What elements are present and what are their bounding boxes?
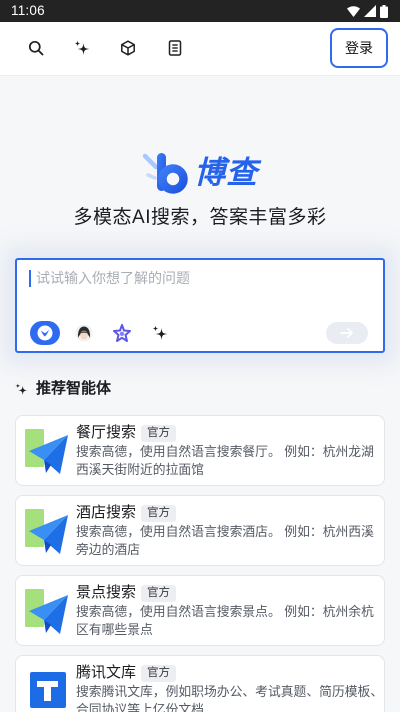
status-bar: 11:06 <box>0 0 400 22</box>
app-screen: 11:06 登录 博查 多模态AI搜索，答案丰富多彩 试试输入你想了解的问题 推… <box>0 0 400 712</box>
agent-title: 景点搜索 <box>76 584 137 601</box>
signal-icon <box>364 5 376 17</box>
paper-plane-icon <box>25 509 68 554</box>
text-caret <box>29 270 31 287</box>
section-title: 推荐智能体 <box>36 380 112 397</box>
agent-title: 餐厅搜索 <box>76 424 137 441</box>
agent-title-row: 景点搜索 官方 <box>76 584 177 602</box>
avatar-model-icon <box>75 324 93 342</box>
agent-description: 搜索腾讯文库，例如职场办公、考试真题、简历模板、合同协议等上亿份文档 <box>76 684 384 712</box>
official-badge: 官方 <box>141 424 177 442</box>
search-icon <box>28 40 44 56</box>
brand-logo: 博查 <box>0 150 400 196</box>
model-option-sparkle[interactable] <box>152 325 168 341</box>
star-model-icon <box>113 324 131 342</box>
brand-name: 博查 <box>194 155 258 190</box>
official-badge: 官方 <box>141 504 177 522</box>
toolbar-search-button[interactable] <box>21 33 51 63</box>
agent-card-attraction-search[interactable]: 景点搜索 官方 搜索高德，使用自然语言搜索景点。 例如：杭州余杭区有哪些景点 <box>15 575 385 646</box>
document-icon <box>168 40 182 56</box>
toolbar-sparkle-button[interactable] <box>67 33 97 63</box>
agent-description: 搜索高德，使用自然语言搜索酒店。 例如：杭州西溪旁边的酒店 <box>76 524 374 557</box>
model-option-star[interactable] <box>113 324 131 342</box>
sparkle-icon <box>74 40 90 55</box>
model-option-bocha[interactable] <box>30 321 60 345</box>
agent-description: 搜索高德，使用自然语言搜索景点。 例如：杭州余杭区有哪些景点 <box>76 604 374 637</box>
bocha-model-icon <box>37 325 53 341</box>
agent-title: 腾讯文库 <box>76 664 137 681</box>
agent-title-row: 酒店搜索 官方 <box>76 504 177 522</box>
battery-icon <box>380 4 388 18</box>
tagline: 多模态AI搜索，答案丰富多彩 <box>73 207 327 228</box>
tencent-wenku-icon <box>30 672 66 708</box>
agent-title-row: 腾讯文库 官方 <box>76 664 177 682</box>
bocha-logo-icon <box>142 153 188 194</box>
agent-description: 搜索高德，使用自然语言搜索餐厅。 例如：杭州龙湖西溪天街附近的拉面馆 <box>76 444 374 477</box>
official-badge: 官方 <box>141 584 177 602</box>
agent-title: 酒店搜索 <box>76 504 137 521</box>
agent-card-restaurant-search[interactable]: 餐厅搜索 官方 搜索高德，使用自然语言搜索餐厅。 例如：杭州龙湖西溪天街附近的拉… <box>15 415 385 486</box>
paper-plane-icon <box>25 589 68 634</box>
status-time: 11:06 <box>11 3 45 18</box>
recommend-heading: 推荐智能体 <box>15 380 111 398</box>
cube-icon <box>121 40 135 56</box>
official-badge: 官方 <box>141 664 177 682</box>
toolbar-cube-button[interactable] <box>113 33 143 63</box>
sparkle-model-icon <box>152 325 168 340</box>
sparkle-icon <box>15 382 28 395</box>
login-button[interactable]: 登录 <box>330 28 388 68</box>
top-toolbar: 登录 <box>0 22 400 76</box>
agent-card-tencent-wenku[interactable]: 腾讯文库 官方 搜索腾讯文库，例如职场办公、考试真题、简历模板、合同协议等上亿份… <box>15 655 385 712</box>
agent-title-row: 餐厅搜索 官方 <box>76 424 177 442</box>
wifi-icon <box>347 5 360 17</box>
paper-plane-icon <box>25 429 68 474</box>
toolbar-document-button[interactable] <box>160 33 190 63</box>
agent-card-hotel-search[interactable]: 酒店搜索 官方 搜索高德，使用自然语言搜索酒店。 例如：杭州西溪旁边的酒店 <box>15 495 385 566</box>
search-box[interactable] <box>15 258 385 353</box>
status-icons <box>347 4 388 18</box>
send-button[interactable] <box>326 322 368 344</box>
send-arrow-icon <box>340 328 353 338</box>
model-option-avatar[interactable] <box>75 324 93 342</box>
search-input[interactable] <box>34 268 368 308</box>
